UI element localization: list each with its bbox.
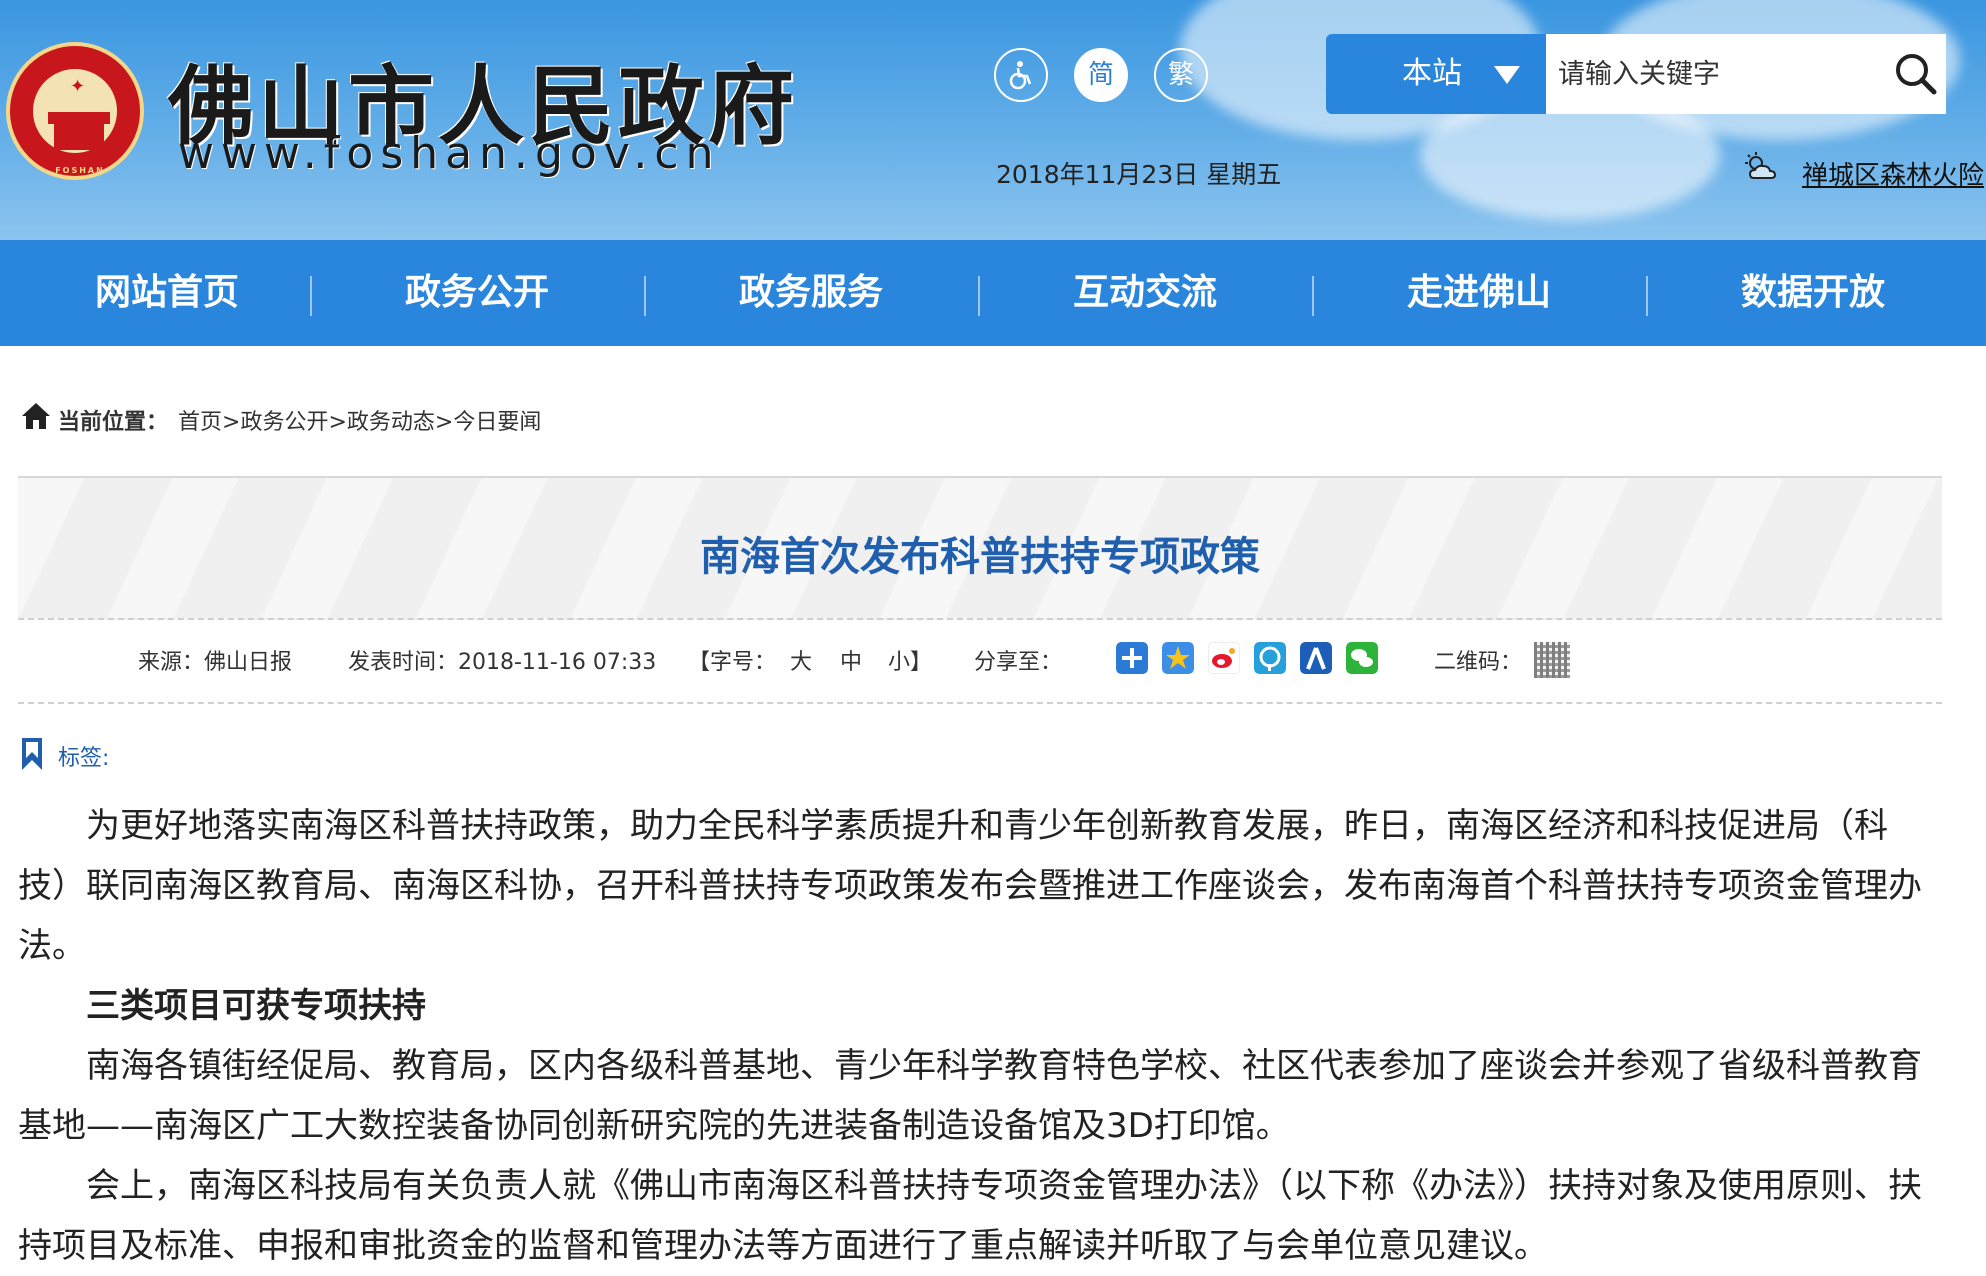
- article-title-band: 南海首次发布科普扶持专项政策: [18, 476, 1942, 620]
- share-label: 分享至：: [974, 650, 1063, 675]
- wechat-icon[interactable]: [1346, 642, 1378, 674]
- breadcrumb-link-home[interactable]: 首页: [178, 410, 222, 435]
- traditional-chinese-button[interactable]: 繁: [1154, 48, 1208, 102]
- emblem-gate-roof: [48, 112, 110, 124]
- article-body: 为更好地落实南海区科普扶持政策，助力全民科学素质提升和青少年创新教育发展，昨日，…: [18, 796, 1928, 1276]
- font-size-large-button[interactable]: 大: [790, 644, 812, 676]
- article-title: 南海首次发布科普扶持专项政策: [700, 534, 1260, 580]
- qzone-icon[interactable]: [1162, 642, 1194, 674]
- breadcrumb-separator: >: [328, 410, 347, 435]
- site-header: ✦ FOSHAN 佛山市人民政府 www.foshan.gov.cn 简 繁 2…: [0, 0, 1986, 240]
- main-nav: 网站首页 政务公开 政务服务 互动交流 走进佛山 数据开放: [0, 240, 1986, 346]
- nav-item-home[interactable]: 网站首页: [0, 240, 334, 346]
- tag-label: 标签:: [58, 746, 110, 771]
- site-url: www.foshan.gov.cn: [178, 128, 721, 179]
- simplified-chinese-button[interactable]: 简: [1074, 48, 1128, 102]
- qr-code-label: 二维码：: [1434, 650, 1523, 675]
- article-meta-bar: 来源：佛山日报 发表时间：2018-11-16 07:33 【字号： 大 中 小…: [18, 622, 1942, 704]
- search-scope-dropdown[interactable]: 本站: [1326, 34, 1546, 114]
- breadcrumb-separator: >: [222, 410, 241, 435]
- breadcrumb-label: 当前位置：: [58, 410, 169, 435]
- article-paragraph: 南海各镇街经促局、教育局，区内各级科普基地、青少年科学教育特色学校、社区代表参加…: [18, 1046, 1922, 1146]
- breadcrumb-separator: >: [434, 410, 454, 435]
- accessibility-button[interactable]: [994, 48, 1048, 102]
- emblem-star-icon: ✦: [70, 76, 86, 97]
- qr-code-icon[interactable]: [1534, 642, 1570, 678]
- search-input[interactable]: [1546, 34, 1946, 114]
- wheelchair-icon: [1009, 61, 1032, 90]
- share-plus-icon[interactable]: [1116, 642, 1148, 674]
- renren-icon[interactable]: [1300, 642, 1332, 674]
- font-size-label: 【字号：: [688, 650, 777, 675]
- font-size-small-button[interactable]: 小】: [888, 644, 932, 676]
- nav-item-gov-services[interactable]: 政务服务: [644, 240, 978, 346]
- current-date: 2018年11月23日 星期五: [996, 160, 1282, 189]
- weibo-icon[interactable]: [1208, 642, 1240, 674]
- city-emblem-logo[interactable]: ✦ FOSHAN: [6, 42, 144, 180]
- weather-alert-link[interactable]: 禅城区森林火险: [1802, 155, 1984, 192]
- article-source: 来源：佛山日报: [138, 650, 293, 675]
- bookmark-icon: [22, 738, 42, 770]
- nav-item-gov-affairs-open[interactable]: 政务公开: [310, 240, 644, 346]
- pengyou-icon[interactable]: [1254, 642, 1286, 674]
- article-subheading: 三类项目可获专项扶持: [86, 986, 426, 1026]
- emblem-gate: [54, 124, 104, 150]
- breadcrumb-path: 首页>政务公开>政务动态>今日要闻: [178, 404, 541, 436]
- breadcrumb-link-today-news[interactable]: 今日要闻: [453, 410, 541, 435]
- article-paragraph: 为更好地落实南海区科普扶持政策，助力全民科学素质提升和青少年创新教育发展，昨日，…: [18, 806, 1922, 966]
- search-icon[interactable]: [1892, 50, 1940, 98]
- emblem-text: FOSHAN: [55, 166, 105, 175]
- nav-item-about-foshan[interactable]: 走进佛山: [1312, 240, 1646, 346]
- search-bar: 本站: [1326, 34, 1946, 114]
- chevron-down-icon: [1494, 66, 1520, 84]
- nav-item-open-data[interactable]: 数据开放: [1646, 240, 1980, 346]
- article-paragraph: 会上，南海区科技局有关负责人就《佛山市南海区科普扶持专项资金管理办法》（以下称《…: [18, 1166, 1922, 1266]
- article-publish-time: 发表时间：2018-11-16 07:33: [348, 650, 657, 675]
- home-icon: [22, 403, 50, 429]
- nav-item-interaction[interactable]: 互动交流: [978, 240, 1312, 346]
- breadcrumb-link-gov-affairs-open[interactable]: 政务公开: [240, 410, 328, 435]
- partly-cloudy-icon: [1745, 152, 1777, 179]
- font-size-medium-button[interactable]: 中: [840, 644, 862, 676]
- search-scope-label: 本站: [1402, 56, 1462, 91]
- breadcrumb-link-gov-news[interactable]: 政务动态: [347, 410, 435, 435]
